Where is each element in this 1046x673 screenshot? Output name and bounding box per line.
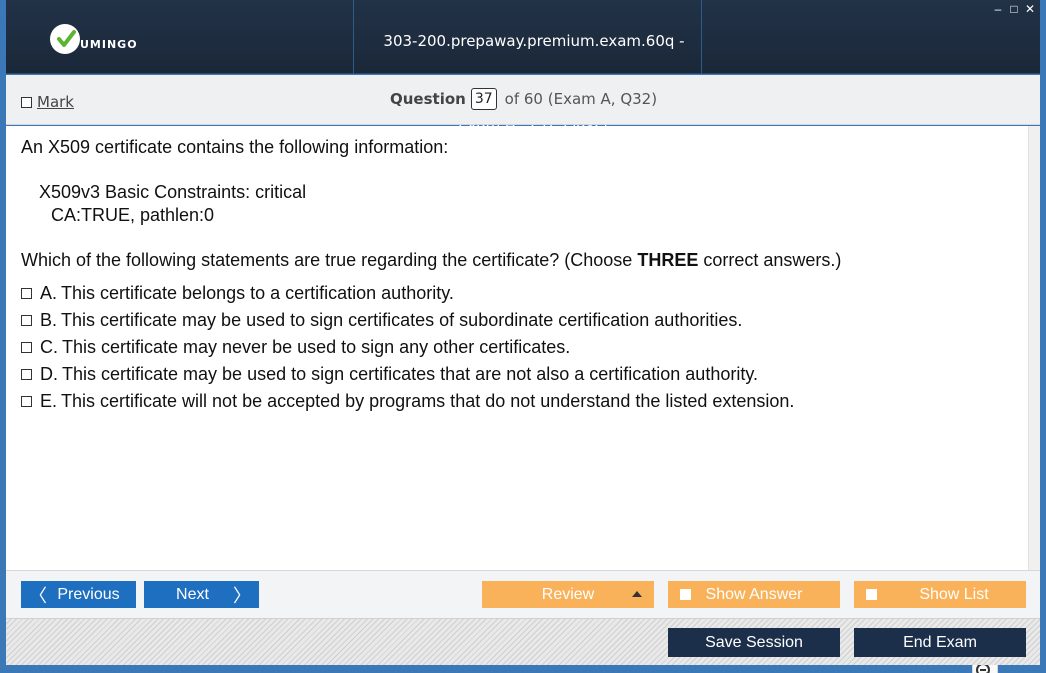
option-text: This certificate will not be accepted by… <box>61 391 795 411</box>
window-title: 303-200.prepaway.premium.exam.60q - Exam… <box>383 32 685 132</box>
question-prompt-text: Which of the following statements are tr… <box>21 250 638 270</box>
question-label: Question <box>390 90 466 108</box>
brand-name: UMINGO <box>80 38 138 51</box>
next-button[interactable]: Next 〉 <box>144 581 259 608</box>
show-list-button[interactable]: Show List <box>854 581 1026 608</box>
option-text: This certificate may be used to sign cer… <box>62 364 758 384</box>
question-counter: Question 37 of 60 (Exam A, Q32) <box>390 88 657 110</box>
title-divider <box>353 0 354 74</box>
answer-checkbox[interactable] <box>21 369 32 380</box>
option-text: This certificate may be used to sign cer… <box>61 310 743 330</box>
end-exam-button[interactable]: End Exam <box>854 628 1026 657</box>
answer-checkbox[interactable] <box>21 396 32 407</box>
end-exam-label: End Exam <box>903 633 977 651</box>
answer-checkbox[interactable] <box>21 315 32 326</box>
answer-option-e[interactable]: E. This certificate will not be accepted… <box>21 388 841 415</box>
option-letter: A. <box>40 283 58 303</box>
show-answer-label: Show Answer <box>705 585 803 603</box>
close-button[interactable]: ✕ <box>1024 2 1036 16</box>
check-logo-icon <box>50 24 80 54</box>
minimize-button[interactable]: – <box>992 2 1004 16</box>
answer-option-a[interactable]: A. This certificate belongs to a certifi… <box>21 280 841 307</box>
footer-bar: Save Session End Exam <box>6 618 1040 665</box>
review-label: Review <box>541 585 595 603</box>
option-text: This certificate belongs to a certificat… <box>61 283 454 303</box>
save-session-button[interactable]: Save Session <box>668 628 840 657</box>
next-label: Next <box>176 585 209 603</box>
save-session-label: Save Session <box>705 633 803 651</box>
certificate-line: X509v3 Basic Constraints: critical <box>39 182 307 202</box>
chevron-left-icon: 〈 <box>29 586 47 606</box>
mark-checkbox-box[interactable] <box>21 96 32 108</box>
answer-checkbox[interactable] <box>21 342 32 353</box>
review-button[interactable]: Review <box>482 581 654 608</box>
mark-label: Mark <box>37 93 74 111</box>
chevron-right-icon: 〉 <box>233 586 251 606</box>
show-answer-button[interactable]: Show Answer <box>668 581 840 608</box>
question-number-input[interactable]: 37 <box>470 88 497 110</box>
show-answer-checkbox[interactable] <box>680 589 691 600</box>
navigation-bar: 〈 Previous Next 〉 Review Show Answer Sho… <box>6 570 1040 618</box>
vertical-scrollbar[interactable] <box>1028 126 1040 570</box>
answer-option-c[interactable]: C. This certificate may never be used to… <box>21 334 841 361</box>
certificate-line: CA:TRUE, pathlen:0 <box>51 205 215 225</box>
question-prompt-emphasis: THREE <box>637 250 699 270</box>
mark-checkbox[interactable]: Mark <box>21 93 74 111</box>
title-bar: UMINGO 303-200.prepaway.premium.exam.60q… <box>6 0 1040 132</box>
answer-option-b[interactable]: B. This certificate may be used to sign … <box>21 307 841 334</box>
question-content: An X509 certificate contains the followi… <box>6 126 1028 673</box>
window-controls: – □ ✕ <box>992 2 1036 16</box>
previous-label: Previous <box>57 585 120 603</box>
logo: UMINGO <box>50 24 150 54</box>
answer-checkbox[interactable] <box>21 288 32 299</box>
show-list-label: Show List <box>919 585 989 603</box>
option-letter: B. <box>40 310 58 330</box>
option-text: This certificate may never be used to si… <box>62 337 571 357</box>
certificate-info: X509v3 Basic Constraints: critical CA:TR… <box>21 181 841 227</box>
show-list-checkbox[interactable] <box>866 589 877 600</box>
question-prompt: Which of the following statements are tr… <box>21 249 841 272</box>
title-divider <box>701 0 702 74</box>
previous-button[interactable]: 〈 Previous <box>21 581 136 608</box>
question-prompt-text: correct answers.) <box>698 250 842 270</box>
question-header: Mark Question 37 of 60 (Exam A, Q32) <box>6 75 1040 125</box>
question-intro: An X509 certificate contains the followi… <box>21 137 449 157</box>
app-window: UMINGO 303-200.prepaway.premium.exam.60q… <box>0 0 1046 673</box>
caret-up-icon <box>632 591 642 597</box>
option-letter: E. <box>40 391 58 411</box>
maximize-button[interactable]: □ <box>1008 2 1020 16</box>
answer-option-d[interactable]: D. This certificate may be used to sign … <box>21 361 841 388</box>
option-letter: D. <box>40 364 58 384</box>
question-of: of 60 (Exam A, Q32) <box>504 90 658 108</box>
question-body: An X509 certificate contains the followi… <box>21 136 841 415</box>
option-letter: C. <box>40 337 58 357</box>
